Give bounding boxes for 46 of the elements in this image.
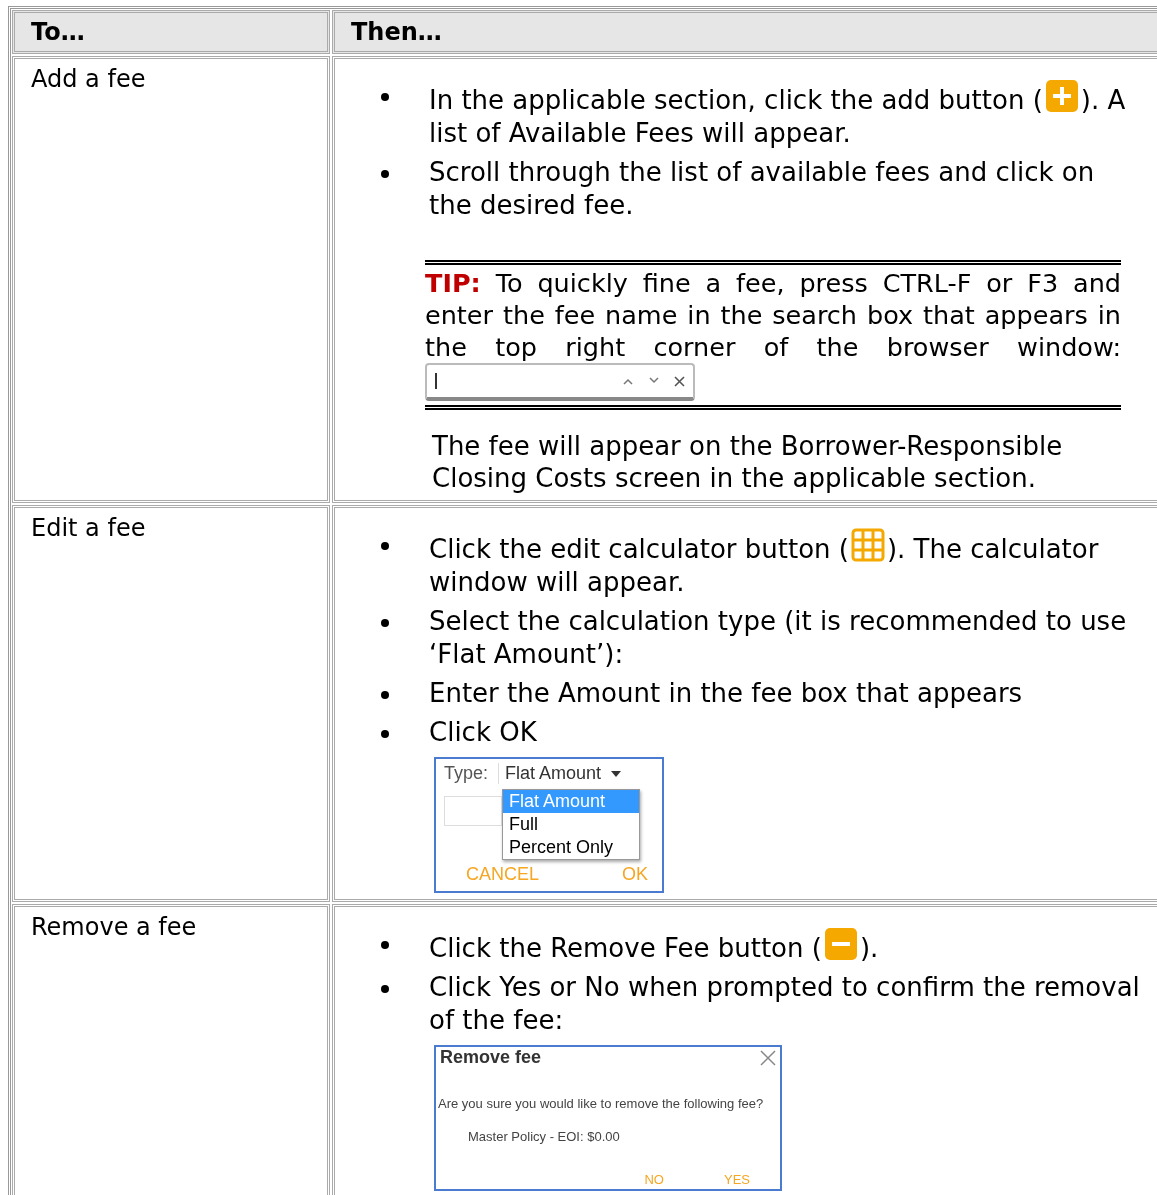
caret-icon: [611, 770, 622, 777]
step-text: In the applicable section, click the add button ( ). A list of Available Fees will appear.: [429, 79, 1145, 150]
step-text: Click the edit calculator button ( ). The calculator window will appear.: [429, 528, 1145, 599]
bullet-icon: [381, 170, 389, 178]
type-dropdown[interactable]: Flat Amount: [498, 763, 628, 784]
type-label: Type:: [444, 763, 489, 784]
dialog-button[interactable]: YES: [724, 1172, 750, 1187]
dropdown-option[interactable]: Full: [503, 813, 639, 836]
task-text: Remove a fee: [31, 913, 198, 941]
close-icon[interactable]: [674, 375, 685, 387]
find-bar[interactable]: [425, 363, 695, 401]
add-icon: [1044, 79, 1079, 113]
dialog-button[interactable]: OK: [622, 864, 648, 885]
amount-field[interactable]: [444, 796, 502, 826]
step-text: Click Yes or No when prompted to confirm the removal of the fee:: [429, 971, 1141, 1037]
bullet-icon: [381, 985, 389, 993]
column-header: To…: [31, 18, 86, 46]
column-header: Then…: [351, 18, 443, 46]
task-text: Edit a fee: [31, 514, 147, 542]
text-cursor-icon: [435, 373, 437, 389]
close-icon[interactable]: [760, 1049, 776, 1066]
down-chevron-icon[interactable]: [648, 377, 660, 385]
step-text: Click OK: [429, 716, 538, 749]
task-text: Add a fee: [31, 65, 147, 93]
dropdown-option[interactable]: Flat Amount: [503, 790, 639, 813]
bullet-icon: [381, 619, 389, 627]
bullet-icon: [381, 93, 389, 101]
step-text: Enter the Amount in the fee box that appears: [429, 677, 1024, 710]
dialog-button[interactable]: NO: [644, 1172, 664, 1187]
bullet-icon: [381, 691, 389, 699]
dropdown-option[interactable]: Percent Only: [503, 836, 639, 859]
up-chevron-icon[interactable]: [622, 377, 634, 385]
dialog-message: Are you sure you would like to remove the following fee?: [437, 1095, 765, 1111]
bullet-icon: [381, 542, 389, 550]
remove-icon: [823, 927, 858, 961]
dialog-title: Remove fee: [440, 1047, 542, 1068]
dialog-button[interactable]: CANCEL: [466, 864, 540, 885]
step-text: Select the calculation type (it is recommended to use ‘Flat Amount’):: [429, 605, 1128, 671]
fee-text: Master Policy - EOI: $0.00: [467, 1128, 621, 1144]
step-text: Click the Remove Fee button ( ).: [429, 927, 1145, 965]
tip-text: TIP: To quickly fine a fee, press CTRL-F or F3 and enter the fee name in the search box that appears in the top right corner of the browser window:: [425, 267, 1121, 363]
bullet-icon: [381, 941, 389, 949]
note-text: The fee will appear on the Borrower-Responsible Closing Costs screen in the applicable section.: [431, 430, 1064, 494]
bullet-icon: [381, 730, 389, 738]
calculator-icon: [850, 528, 885, 562]
step-text: Scroll through the list of available fees and click on the desired fee.: [429, 156, 1096, 222]
